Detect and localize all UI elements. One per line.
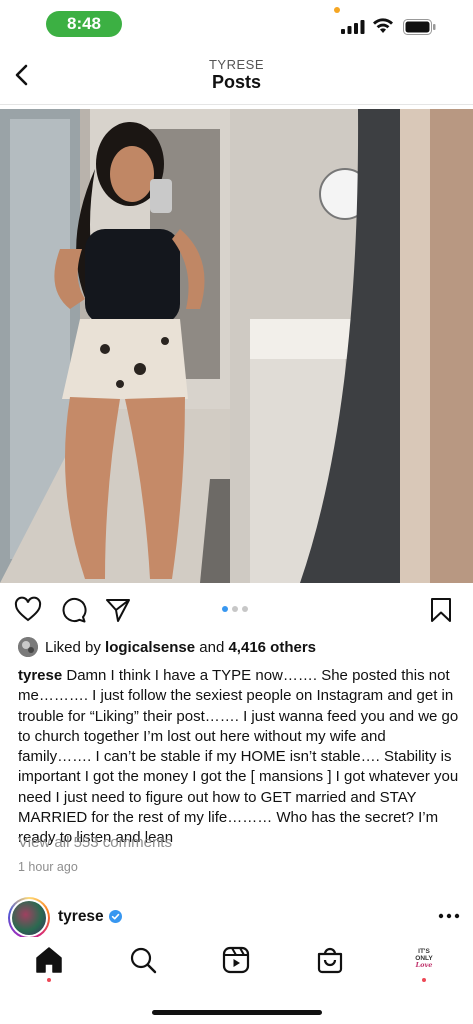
home-notification-dot (47, 978, 51, 982)
status-bar: 8:48 (0, 0, 473, 46)
share-icon[interactable] (104, 596, 132, 624)
home-indicator[interactable] (152, 1010, 322, 1015)
profile-avatar-line1: IT'S ONLY (415, 948, 433, 962)
status-time: 8:48 (46, 11, 122, 37)
bookmark-icon[interactable] (427, 596, 455, 624)
privacy-indicator-dot (334, 7, 340, 13)
post-timestamp: 1 hour ago (18, 860, 78, 874)
header-divider (0, 104, 473, 105)
caption-username[interactable]: tyrese (18, 667, 62, 684)
comment-icon[interactable] (59, 596, 87, 624)
likes-user[interactable]: logicalsense (105, 639, 195, 656)
verified-badge-icon (109, 910, 122, 923)
page-header: TYRESE Posts (0, 50, 473, 102)
signal-icon (341, 20, 365, 34)
profile-avatar-line2: Love (415, 961, 433, 969)
heart-icon[interactable] (14, 596, 42, 624)
carousel-dot (232, 606, 238, 612)
wifi-icon (373, 18, 393, 33)
next-post-header: tyrese (0, 897, 473, 939)
home-icon[interactable] (34, 945, 64, 975)
carousel-indicator (222, 606, 248, 612)
likes-others[interactable]: 4,416 others (228, 639, 316, 656)
liker-avatar (18, 637, 38, 657)
carousel-dot (242, 606, 248, 612)
likes-summary[interactable]: Liked by logicalsense and 4,416 others (18, 636, 316, 658)
header-username: TYRESE (208, 57, 264, 72)
carousel-dot-active (222, 606, 228, 612)
search-icon[interactable] (128, 945, 158, 975)
more-options-button[interactable] (438, 909, 460, 923)
caption-text: Damn I think I have a TYPE now……. She po… (18, 667, 459, 847)
avatar[interactable] (8, 897, 50, 939)
bottom-navigation: IT'S ONLY Love (0, 937, 473, 997)
next-post-username[interactable]: tyrese (58, 908, 104, 926)
likes-conjunction: and (199, 638, 225, 656)
view-all-comments-link[interactable]: View all 553 comments (18, 834, 172, 851)
likes-prefix: Liked by (45, 638, 101, 656)
post-actions (0, 592, 473, 628)
battery-icon (403, 19, 436, 35)
reels-icon[interactable] (221, 945, 251, 975)
post-image[interactable] (0, 109, 473, 583)
profile-avatar[interactable]: IT'S ONLY Love (410, 948, 438, 970)
profile-notification-dot (422, 978, 426, 982)
post-caption: tyrese Damn I think I have a TYPE now…….… (18, 666, 460, 849)
shop-icon[interactable] (315, 945, 345, 975)
page-title: Posts (211, 72, 262, 92)
